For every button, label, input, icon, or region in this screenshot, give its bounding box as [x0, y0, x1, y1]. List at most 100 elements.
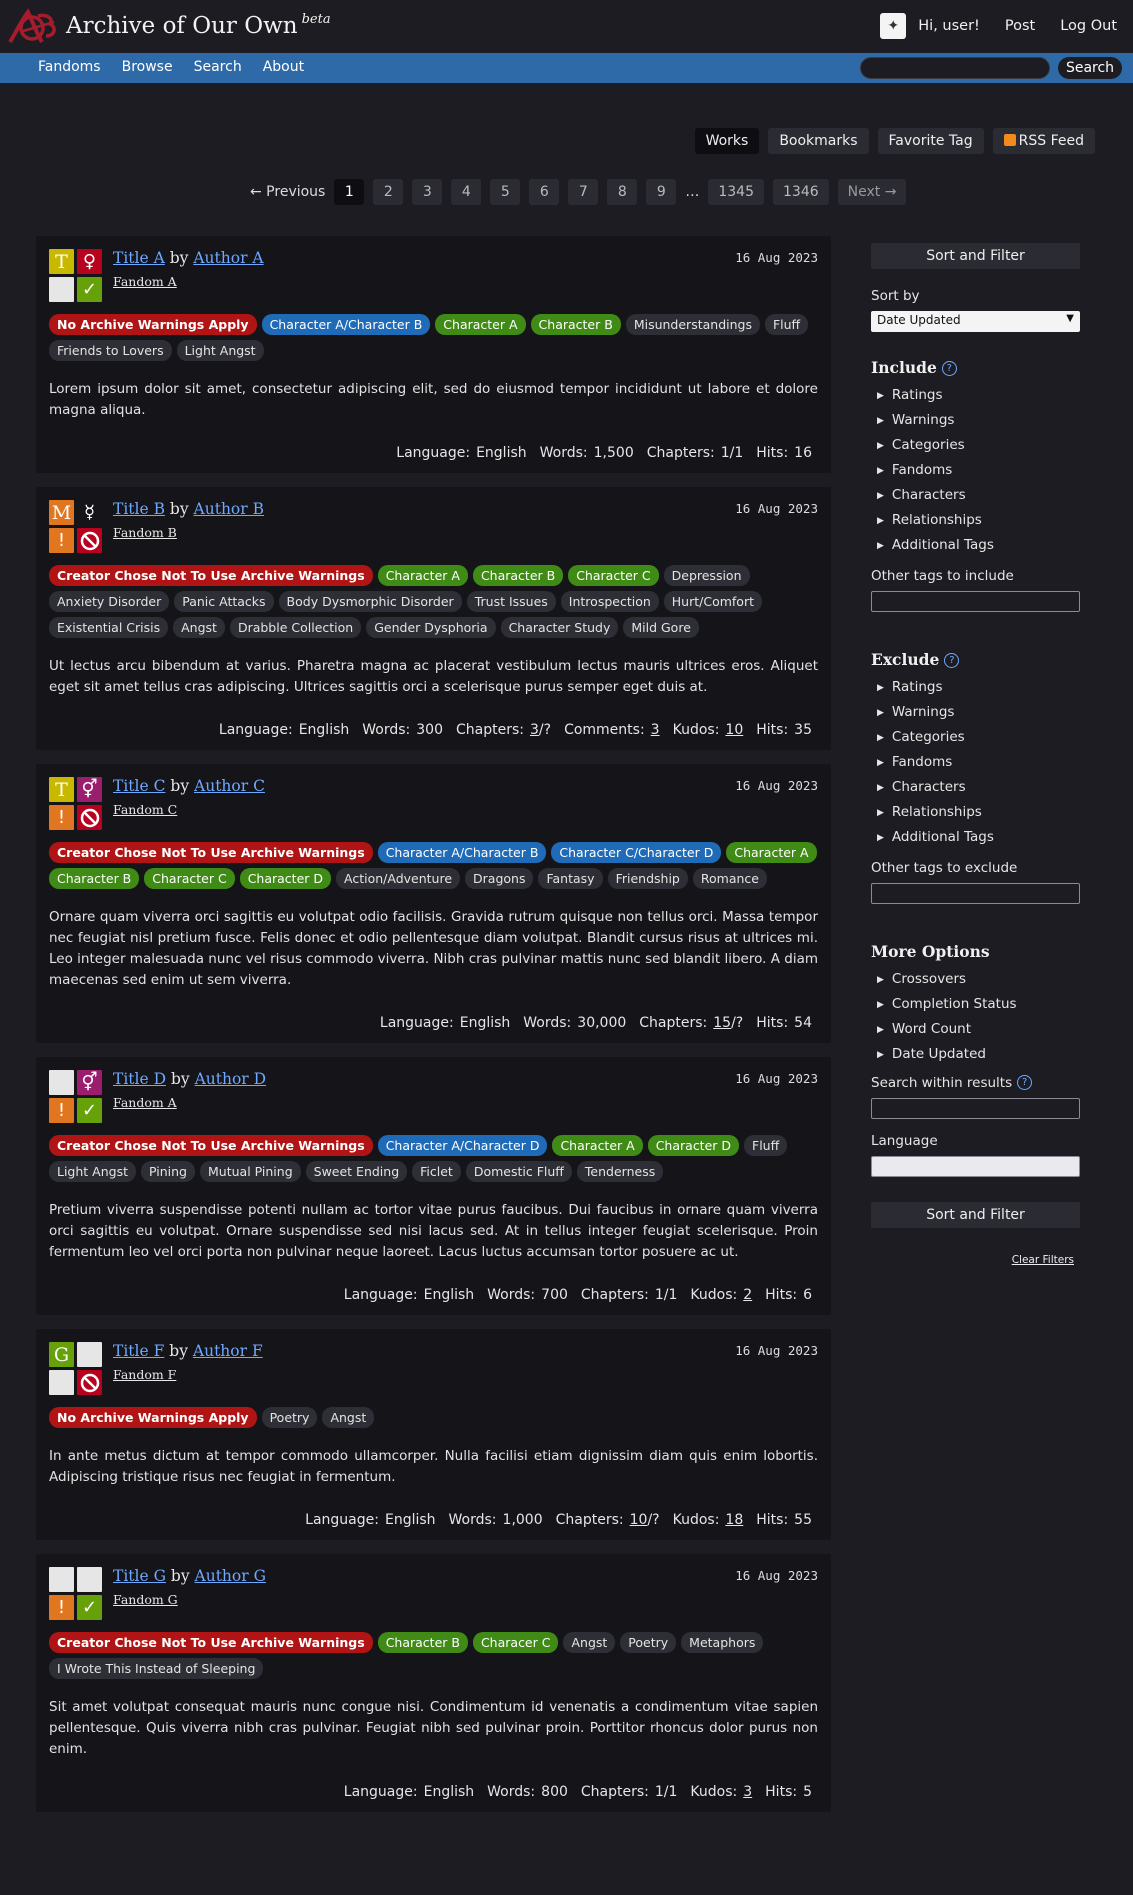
- other-exclude-input[interactable]: [871, 883, 1080, 904]
- freeform-tag[interactable]: Dragons: [465, 868, 534, 889]
- logout-link[interactable]: Log Out: [1060, 18, 1117, 34]
- help-icon[interactable]: ?: [1017, 1075, 1033, 1090]
- author-link[interactable]: Author A: [193, 249, 263, 267]
- freeform-tag[interactable]: Pining: [141, 1161, 195, 1182]
- character-tag[interactable]: Character B: [49, 868, 140, 889]
- search-within-input[interactable]: [871, 1098, 1080, 1119]
- filter-ratings[interactable]: ▶ Ratings: [871, 675, 1080, 700]
- freeform-tag[interactable]: Mutual Pining: [200, 1161, 301, 1182]
- character-tag[interactable]: Character B: [530, 314, 621, 335]
- warning-chose-not-icon[interactable]: !: [49, 805, 74, 830]
- incomplete-icon[interactable]: [77, 528, 102, 553]
- page-8[interactable]: 8: [607, 179, 638, 205]
- filter-date-updated[interactable]: ▶ Date Updated: [871, 1042, 1080, 1067]
- page-7[interactable]: 7: [568, 179, 599, 205]
- language-select[interactable]: [871, 1156, 1080, 1177]
- character-tag[interactable]: Character A: [726, 842, 817, 863]
- filter-warnings[interactable]: ▶ Warnings: [871, 700, 1080, 725]
- relationship-tag[interactable]: Character C/Character D: [551, 842, 722, 863]
- site-search-button[interactable]: Search: [1058, 57, 1122, 79]
- rating-none-icon[interactable]: [49, 1070, 74, 1095]
- help-icon[interactable]: ?: [944, 653, 960, 668]
- sort-filter-bottom-button[interactable]: Sort and Filter: [871, 1202, 1080, 1228]
- category-none-icon[interactable]: [77, 1342, 102, 1367]
- user-avatar-icon[interactable]: ✦: [880, 13, 907, 39]
- freeform-tag[interactable]: Gender Dysphoria: [366, 617, 496, 638]
- warning-blank-icon[interactable]: [49, 277, 74, 302]
- filter-characters[interactable]: ▶ Characters: [871, 775, 1080, 800]
- freeform-tag[interactable]: Poetry: [620, 1632, 677, 1653]
- freeform-tag[interactable]: Angst: [322, 1407, 375, 1428]
- freeform-tag[interactable]: Light Angst: [176, 340, 264, 361]
- category-multi-icon[interactable]: ⚥: [77, 1070, 102, 1095]
- freeform-tag[interactable]: Fluff: [764, 314, 809, 335]
- complete-icon[interactable]: ✓: [77, 1595, 102, 1620]
- freeform-tag[interactable]: Angst: [173, 617, 225, 638]
- freeform-tag[interactable]: Friends to Lovers: [49, 340, 172, 361]
- freeform-tag[interactable]: Depression: [663, 565, 750, 586]
- freeform-tag[interactable]: Panic Attacks: [174, 591, 274, 612]
- freeform-tag[interactable]: Ficlet: [412, 1161, 461, 1182]
- freeform-tag[interactable]: Light Angst: [49, 1161, 136, 1182]
- category-other-icon[interactable]: ☿: [77, 500, 102, 525]
- freeform-tag[interactable]: Fluff: [744, 1135, 788, 1156]
- site-search-input[interactable]: [860, 57, 1050, 79]
- stat-value[interactable]: 10: [725, 722, 743, 738]
- character-tag[interactable]: Characer C: [472, 1632, 559, 1653]
- clear-filters-link[interactable]: Clear Filters: [871, 1254, 1080, 1266]
- other-include-input[interactable]: [871, 591, 1080, 612]
- filter-word-count[interactable]: ▶ Word Count: [871, 1017, 1080, 1042]
- greeting-link[interactable]: Hi, user!: [918, 18, 980, 34]
- freeform-tag[interactable]: Trust Issues: [466, 591, 556, 612]
- character-tag[interactable]: Character A: [377, 565, 468, 586]
- fandom-link[interactable]: Fandom F: [113, 1367, 818, 1382]
- character-tag[interactable]: Character B: [377, 1632, 468, 1653]
- character-tag[interactable]: Character A: [435, 314, 526, 335]
- filter-additional-tags[interactable]: ▶ Additional Tags: [871, 533, 1080, 558]
- page-5[interactable]: 5: [490, 179, 521, 205]
- relationship-tag[interactable]: Character A/Character B: [261, 314, 431, 335]
- freeform-tag[interactable]: Friendship: [607, 868, 688, 889]
- warning-tag[interactable]: No Archive Warnings Apply: [49, 314, 257, 335]
- character-tag[interactable]: Character C: [568, 565, 659, 586]
- stat-value[interactable]: 15: [713, 1015, 731, 1031]
- nav-search[interactable]: Search: [194, 59, 242, 75]
- freeform-tag[interactable]: Body Dysmorphic Disorder: [278, 591, 462, 612]
- filter-categories[interactable]: ▶ Categories: [871, 725, 1080, 750]
- page-6[interactable]: 6: [529, 179, 560, 205]
- works-button[interactable]: Works: [694, 128, 760, 154]
- freeform-tag[interactable]: Poetry: [261, 1407, 318, 1428]
- nav-about[interactable]: About: [263, 59, 304, 75]
- freeform-tag[interactable]: Metaphors: [681, 1632, 764, 1653]
- freeform-tag[interactable]: Angst: [563, 1632, 616, 1653]
- freeform-tag[interactable]: Mild Gore: [623, 617, 699, 638]
- filter-relationships[interactable]: ▶ Relationships: [871, 800, 1080, 825]
- filter-fandoms[interactable]: ▶ Fandoms: [871, 750, 1080, 775]
- rating-teen-icon[interactable]: T: [49, 777, 74, 802]
- category-multi-icon[interactable]: ⚥: [77, 777, 102, 802]
- next-page-button[interactable]: Next →: [837, 179, 907, 205]
- previous-page-button[interactable]: ← Previous: [250, 179, 325, 205]
- page-9[interactable]: 9: [646, 179, 677, 205]
- author-link[interactable]: Author G: [195, 1567, 266, 1585]
- freeform-tag[interactable]: Character Study: [500, 617, 619, 638]
- author-link[interactable]: Author B: [194, 500, 264, 518]
- character-tag[interactable]: Character D: [239, 868, 331, 889]
- fandom-link[interactable]: Fandom A: [113, 1095, 818, 1110]
- rss-feed-button[interactable]: RSS Feed: [992, 128, 1095, 154]
- warning-tag[interactable]: Creator Chose Not To Use Archive Warning…: [49, 1632, 373, 1653]
- warning-tag[interactable]: No Archive Warnings Apply: [49, 1407, 257, 1428]
- filter-warnings[interactable]: ▶ Warnings: [871, 408, 1080, 433]
- filter-categories[interactable]: ▶ Categories: [871, 433, 1080, 458]
- page-1346[interactable]: 1346: [773, 179, 829, 205]
- fandom-link[interactable]: Fandom A: [113, 274, 818, 289]
- favorite-tag-button[interactable]: Favorite Tag: [877, 128, 984, 154]
- freeform-tag[interactable]: Romance: [692, 868, 767, 889]
- character-tag[interactable]: Character C: [144, 868, 235, 889]
- filter-relationships[interactable]: ▶ Relationships: [871, 508, 1080, 533]
- nav-fandoms[interactable]: Fandoms: [38, 59, 101, 75]
- freeform-tag[interactable]: Sweet Ending: [305, 1161, 408, 1182]
- stat-value[interactable]: 10: [630, 1512, 648, 1528]
- warning-chose-not-icon[interactable]: !: [49, 1595, 74, 1620]
- character-tag[interactable]: Character A: [552, 1135, 643, 1156]
